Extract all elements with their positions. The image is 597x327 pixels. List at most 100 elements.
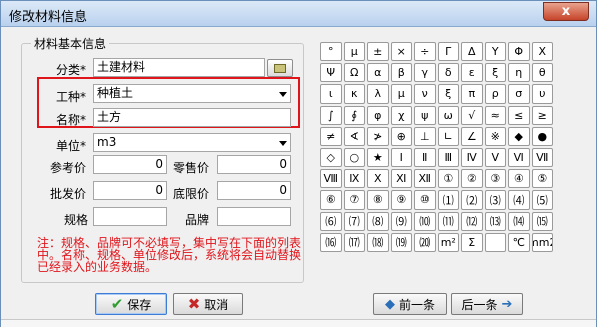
symbol-button[interactable]: ≥ — [531, 105, 553, 125]
category-field[interactable]: 土建材料 — [93, 58, 265, 77]
symbol-button[interactable]: ⑩ — [414, 190, 436, 210]
symbol-button[interactable]: ± — [367, 42, 389, 62]
symbol-button[interactable]: ⑿ — [461, 211, 483, 231]
symbol-button[interactable]: ι — [320, 84, 342, 104]
symbol-button[interactable]: κ — [343, 84, 365, 104]
symbol-button[interactable]: Χ — [531, 42, 553, 62]
symbol-button[interactable]: ⑼ — [390, 211, 412, 231]
symbol-button[interactable]: Ⅰ — [390, 147, 412, 168]
symbol-button[interactable]: ★ — [367, 147, 389, 168]
symbol-button[interactable]: ⑴ — [437, 190, 459, 210]
ref-price-field[interactable]: 0 — [93, 155, 167, 174]
symbol-button[interactable]: ⑺ — [343, 211, 365, 231]
spec-field[interactable] — [93, 207, 167, 226]
next-button[interactable]: 后一条 ➔ — [451, 293, 523, 315]
brand-field[interactable] — [217, 207, 291, 226]
symbol-button[interactable]: ⑻ — [367, 211, 389, 231]
symbol-button[interactable]: ⊥ — [414, 126, 436, 146]
symbol-button[interactable]: ※ — [484, 126, 506, 146]
symbol-button[interactable]: Φ — [508, 42, 530, 62]
symbol-button[interactable]: ≯ — [367, 126, 389, 146]
symbol-button[interactable]: Ⅵ — [508, 147, 530, 168]
symbol-button[interactable]: ◇ — [320, 147, 342, 168]
symbol-button[interactable] — [484, 232, 506, 252]
title-bar[interactable]: 修改材料信息 x — [1, 1, 596, 27]
wholesale-price-field[interactable]: 0 — [93, 181, 167, 200]
symbol-button[interactable]: θ — [531, 63, 553, 83]
symbol-button[interactable]: ∮ — [343, 105, 365, 125]
symbol-button[interactable]: ° — [320, 42, 342, 62]
symbol-button[interactable]: ℃ — [508, 232, 530, 252]
symbol-button[interactable]: ⑥ — [320, 190, 342, 210]
symbol-button[interactable]: ∢ — [343, 126, 365, 146]
symbol-button[interactable]: ⑦ — [343, 190, 365, 210]
symbol-button[interactable]: δ — [437, 63, 459, 83]
retail-price-field[interactable]: 0 — [217, 155, 291, 174]
symbol-button[interactable]: ψ — [414, 105, 436, 125]
symbol-button[interactable]: ⑸ — [531, 190, 553, 210]
symbol-button[interactable]: ④ — [508, 169, 530, 189]
symbol-button[interactable]: ⑧ — [367, 190, 389, 210]
symbol-button[interactable]: ⑷ — [508, 190, 530, 210]
symbol-button[interactable]: √ — [461, 105, 483, 125]
symbol-button[interactable]: Δ — [461, 42, 483, 62]
symbol-button[interactable]: × — [390, 42, 412, 62]
symbol-button[interactable]: ⒁ — [508, 211, 530, 231]
symbol-button[interactable]: ⑹ — [320, 211, 342, 231]
symbol-button[interactable]: γ — [414, 63, 436, 83]
symbol-button[interactable]: ω — [437, 105, 459, 125]
symbol-button[interactable]: ⒆ — [390, 232, 412, 252]
unit-select[interactable]: m3 — [93, 133, 291, 152]
symbol-button[interactable]: π — [461, 84, 483, 104]
symbol-button[interactable]: Ⅳ — [461, 147, 483, 168]
cancel-button[interactable]: ✖ 取消 — [173, 293, 243, 315]
symbol-button[interactable]: β — [390, 63, 412, 83]
symbol-button[interactable]: μ — [390, 84, 412, 104]
symbol-button[interactable]: ⑤ — [531, 169, 553, 189]
symbol-button[interactable]: Ⅸ — [343, 169, 365, 189]
symbol-button[interactable]: ◆ — [508, 126, 530, 146]
symbol-button[interactable]: ⑨ — [390, 190, 412, 210]
symbol-button[interactable]: Ⅷ — [320, 169, 342, 189]
symbol-button[interactable]: ⑵ — [461, 190, 483, 210]
symbol-button[interactable]: ε — [461, 63, 483, 83]
symbol-button[interactable]: ξ — [437, 84, 459, 104]
symbol-button[interactable]: ≠ — [320, 126, 342, 146]
symbol-button[interactable]: Γ — [437, 42, 459, 62]
symbol-button[interactable]: ⑾ — [437, 211, 459, 231]
symbol-button[interactable]: ⊕ — [390, 126, 412, 146]
symbol-button[interactable]: ∠ — [461, 126, 483, 146]
symbol-button[interactable]: ● — [531, 126, 553, 146]
symbol-button[interactable]: ⑶ — [484, 190, 506, 210]
symbol-button[interactable]: mm2 — [531, 232, 553, 252]
symbol-button[interactable]: φ — [367, 105, 389, 125]
symbol-button[interactable]: Ω — [343, 63, 365, 83]
worktype-select[interactable]: 种植土 — [93, 84, 291, 103]
symbol-button[interactable]: ⒇ — [414, 232, 436, 252]
symbol-button[interactable]: ρ — [484, 84, 506, 104]
symbol-button[interactable]: Ⅱ — [414, 147, 436, 168]
name-field[interactable]: 土方 — [93, 108, 291, 127]
symbol-button[interactable]: Ⅴ — [484, 147, 506, 168]
symbol-button[interactable]: ⒅ — [367, 232, 389, 252]
symbol-button[interactable]: ∟ — [437, 126, 459, 146]
symbol-button[interactable]: Ⅲ — [437, 147, 459, 168]
symbol-button[interactable]: υ — [531, 84, 553, 104]
symbol-button[interactable]: σ — [508, 84, 530, 104]
save-button[interactable]: ✔ 保存 — [95, 293, 167, 315]
symbol-button[interactable]: ⑽ — [414, 211, 436, 231]
symbol-button[interactable]: Ⅻ — [414, 169, 436, 189]
symbol-button[interactable]: m² — [437, 232, 459, 252]
prev-button[interactable]: ◆ 前一条 — [373, 293, 447, 315]
symbol-button[interactable]: Ⅶ — [531, 147, 553, 168]
symbol-button[interactable]: ② — [461, 169, 483, 189]
symbol-button[interactable]: α — [367, 63, 389, 83]
category-picker-button[interactable] — [267, 59, 293, 77]
symbol-button[interactable]: ≈ — [484, 105, 506, 125]
symbol-button[interactable]: ≤ — [508, 105, 530, 125]
symbol-button[interactable]: Ⅺ — [390, 169, 412, 189]
symbol-button[interactable]: ① — [437, 169, 459, 189]
symbol-button[interactable]: ⒄ — [343, 232, 365, 252]
symbol-button[interactable]: Ψ — [320, 63, 342, 83]
floor-price-field[interactable]: 0 — [217, 181, 291, 200]
